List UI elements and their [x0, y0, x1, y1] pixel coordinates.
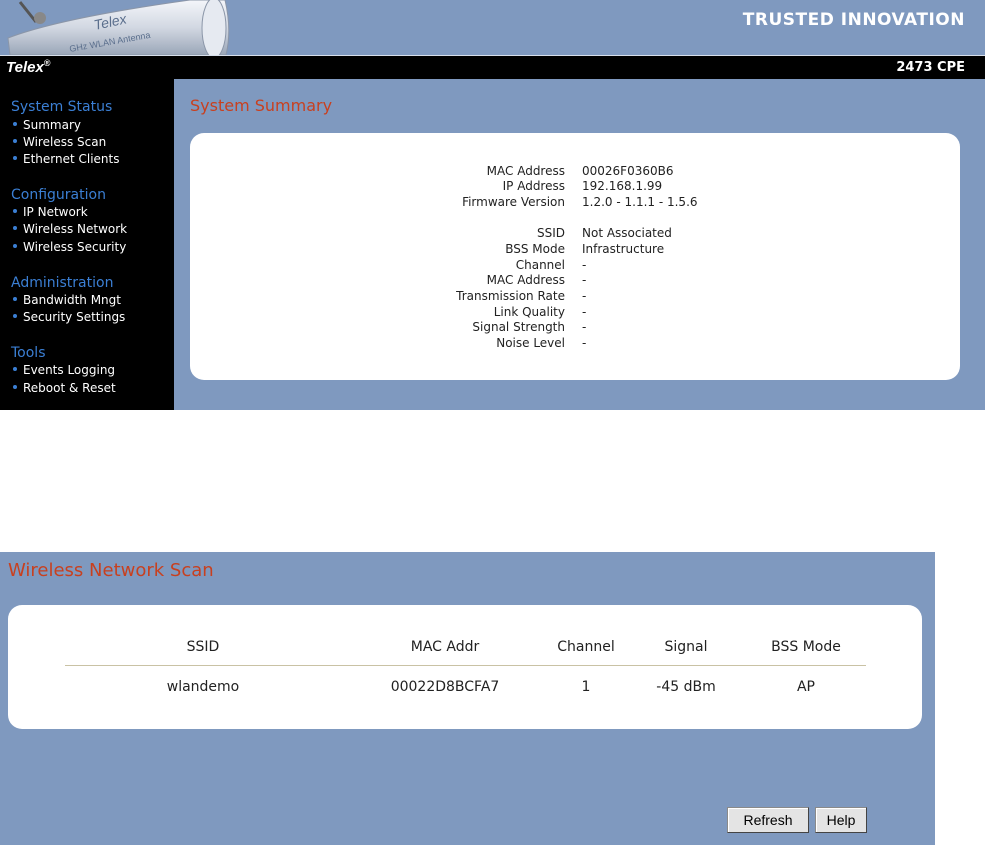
- sidebar-item-wireless-network[interactable]: Wireless Network: [13, 222, 127, 236]
- sidebar-item-label: Wireless Scan: [23, 135, 107, 149]
- bss-mode-value: Infrastructure: [582, 242, 665, 256]
- column-header-ssid: SSID: [186, 639, 220, 655]
- sidebar-item-bandwidth-mngt[interactable]: Bandwidth Mngt: [13, 293, 121, 307]
- brand-bar: Telex® 2473 CPE: [0, 56, 985, 79]
- mac-address-value: 00026F0360B6: [582, 164, 674, 178]
- nav-section-configuration: Configuration: [11, 187, 106, 203]
- sidebar-item-label: IP Network: [23, 205, 88, 219]
- nav-section-administration: Administration: [11, 275, 114, 291]
- bullet-icon: [13, 155, 17, 160]
- help-button[interactable]: Help: [815, 807, 867, 833]
- ip-address-label: IP Address: [502, 179, 565, 193]
- sidebar-item-label: Bandwidth Mngt: [23, 293, 121, 307]
- mac-address-label: MAC Address: [486, 164, 565, 178]
- sidebar-item-wireless-scan[interactable]: Wireless Scan: [13, 135, 106, 149]
- nav-section-tools: Tools: [11, 345, 46, 361]
- bullet-icon: [13, 121, 17, 126]
- summary-card: MAC Address 00026F0360B6 IP Address 192.…: [190, 133, 960, 380]
- nav-section-system-status: System Status: [11, 99, 113, 115]
- column-header-channel: Channel: [557, 639, 615, 655]
- bullet-icon: [13, 313, 17, 318]
- signal-strength-label: Signal Strength: [472, 320, 565, 334]
- sidebar-item-label: Summary: [23, 118, 81, 132]
- sidebar-nav: System Status Summary Wireless Scan Ethe…: [0, 79, 174, 410]
- sidebar-item-wireless-security[interactable]: Wireless Security: [13, 240, 126, 254]
- column-header-signal: Signal: [664, 639, 708, 655]
- model-name: 2473 CPE: [896, 60, 965, 75]
- sidebar-item-label: Events Logging: [23, 363, 116, 377]
- link-quality-label: Link Quality: [493, 305, 565, 319]
- bullet-icon: [13, 208, 17, 213]
- bullet-icon: [13, 296, 17, 301]
- ssid-label: SSID: [536, 226, 565, 240]
- sidebar-item-label: Ethernet Clients: [23, 152, 120, 166]
- bss-mode-label: BSS Mode: [505, 242, 565, 256]
- ssid-value: Not Associated: [582, 226, 672, 240]
- system-summary-screen: Telex GHz WLAN Antenna TRUSTED INNOVATIO…: [0, 0, 985, 410]
- sidebar-item-events-logging[interactable]: Events Logging: [13, 363, 115, 377]
- sidebar-item-security-settings[interactable]: Security Settings: [13, 310, 125, 324]
- ssid-cell: wlandemo: [166, 679, 240, 695]
- signal-strength-value: -: [582, 320, 587, 334]
- noise-level-label: Noise Level: [496, 336, 565, 350]
- antenna-image: Telex GHz WLAN Antenna: [0, 0, 240, 55]
- sidebar-item-reboot-reset[interactable]: Reboot & Reset: [13, 381, 116, 395]
- noise-level-value: -: [582, 336, 587, 350]
- wireless-scan-screen: Wireless Network Scan SSID MAC Addr Chan…: [0, 552, 935, 845]
- scan-results-card: SSID MAC Addr Channel Signal BSS Mode wl…: [8, 605, 922, 729]
- sidebar-item-label: Wireless Network: [23, 222, 128, 236]
- sidebar-item-label: Reboot & Reset: [23, 381, 116, 395]
- bullet-icon: [13, 366, 17, 371]
- refresh-button[interactable]: Refresh: [727, 807, 809, 833]
- column-header-mac-addr: MAC Addr: [410, 639, 480, 655]
- bullet-icon: [13, 384, 17, 389]
- scan-page-title: Wireless Network Scan: [8, 560, 214, 581]
- transmission-rate-value: -: [582, 289, 587, 303]
- header-divider: [65, 665, 866, 666]
- mac-addr-cell: 00022D8BCFA7: [390, 679, 500, 695]
- bullet-icon: [13, 138, 17, 143]
- channel-cell: 1: [581, 679, 591, 695]
- column-header-bss-mode: BSS Mode: [771, 639, 841, 655]
- channel-label: Channel: [515, 258, 565, 272]
- bullet-icon: [13, 243, 17, 248]
- firmware-version-label: Firmware Version: [462, 195, 565, 209]
- link-quality-value: -: [582, 305, 587, 319]
- channel-value: -: [582, 258, 587, 272]
- bss-mode-cell: AP: [796, 679, 816, 695]
- bullet-icon: [13, 225, 17, 230]
- sidebar-item-label: Security Settings: [23, 310, 126, 324]
- registered-mark: ®: [43, 58, 51, 68]
- wireless-mac-address-value: -: [582, 273, 587, 287]
- firmware-version-value: 1.2.0 - 1.1.1 - 1.5.6: [582, 195, 698, 209]
- brand-name: Telex: [6, 59, 44, 76]
- sidebar-item-summary[interactable]: Summary: [13, 118, 81, 132]
- signal-cell: -45 dBm: [656, 679, 716, 695]
- transmission-rate-label: Transmission Rate: [456, 289, 565, 303]
- header-banner: Telex GHz WLAN Antenna TRUSTED INNOVATIO…: [0, 0, 985, 56]
- ip-address-value: 192.168.1.99: [582, 179, 663, 193]
- sidebar-item-label: Wireless Security: [23, 240, 127, 254]
- sidebar-item-ethernet-clients[interactable]: Ethernet Clients: [13, 152, 120, 166]
- tagline: TRUSTED INNOVATION: [742, 10, 965, 30]
- brand-logo: Telex®: [6, 58, 50, 76]
- sidebar-item-ip-network[interactable]: IP Network: [13, 205, 88, 219]
- page-title: System Summary: [190, 96, 333, 115]
- wireless-mac-address-label: MAC Address: [486, 273, 565, 287]
